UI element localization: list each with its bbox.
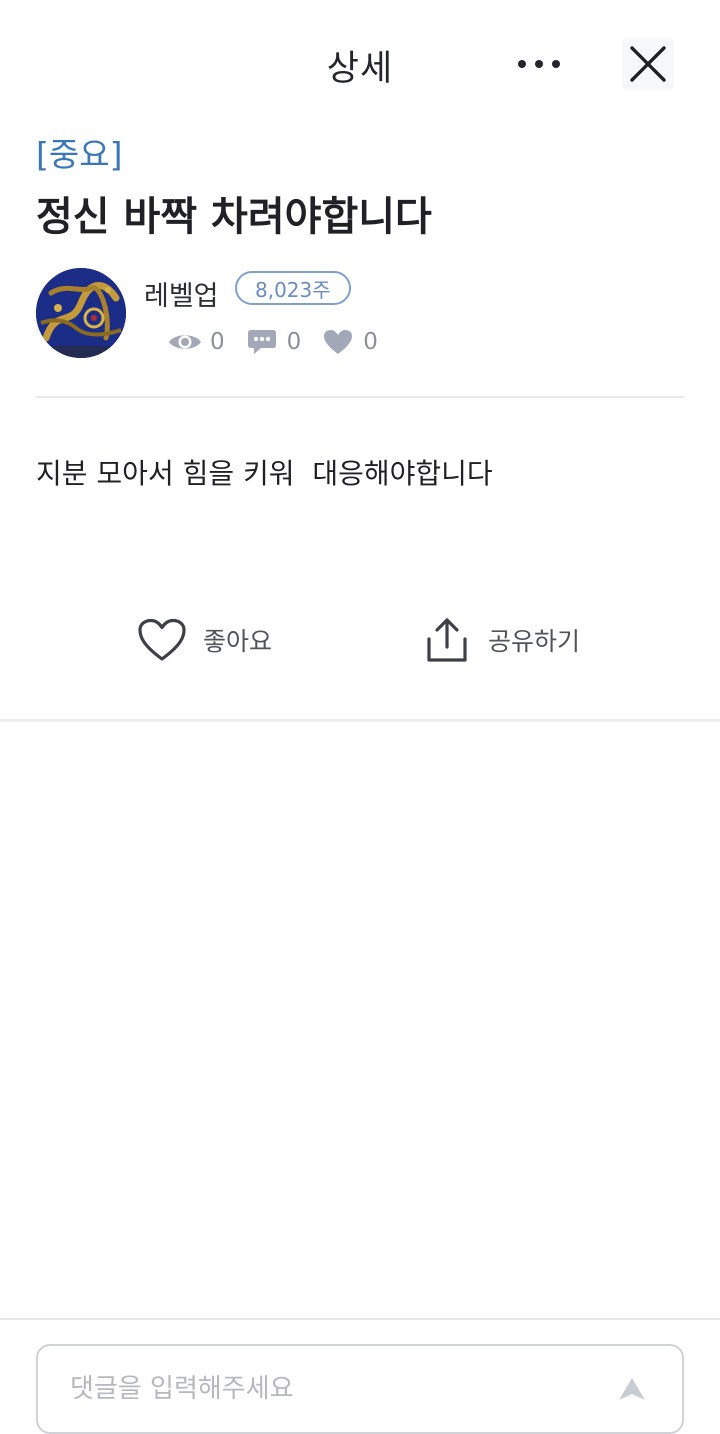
avatar[interactable] (36, 268, 126, 358)
view-count-value: 0 (210, 329, 225, 355)
post-category-tag: [중요] (36, 135, 123, 174)
eye-icon (168, 327, 202, 357)
view-count: 0 (168, 327, 225, 357)
close-button[interactable] (622, 38, 674, 90)
comment-count: 0 (245, 327, 302, 357)
like-count: 0 (321, 327, 378, 357)
like-count-value: 0 (363, 329, 378, 355)
section-divider (0, 719, 720, 722)
author-name[interactable]: 레벨업 (144, 274, 219, 313)
close-icon (630, 46, 666, 82)
comment-count-value: 0 (286, 329, 302, 355)
share-button[interactable]: 공유하기 (422, 614, 580, 666)
top-navigation-bar: 상세 (0, 0, 720, 124)
more-horizontal-icon (518, 60, 560, 68)
page-title: 상세 (326, 49, 394, 89)
post-title: 정신 바짝 차려야합니다 (36, 194, 432, 240)
send-arrow-icon (619, 1378, 645, 1400)
like-label: 좋아요 (203, 627, 273, 656)
author-info: 레벨업 8,023주 0 0 0 (36, 268, 686, 364)
send-button[interactable] (612, 1376, 652, 1416)
comment-bar (0, 1318, 720, 1434)
more-options-button[interactable] (508, 40, 570, 88)
shares-badge: 8,023주 (235, 271, 351, 305)
content-divider (36, 396, 684, 398)
post-stats: 0 0 0 (168, 326, 398, 358)
share-upload-icon (422, 615, 472, 665)
comment-input-box (36, 1344, 684, 1434)
like-button[interactable]: 좋아요 (137, 614, 272, 666)
heart-outline-icon (137, 615, 187, 665)
dragon-avatar-image (36, 268, 126, 358)
share-label: 공유하기 (488, 627, 581, 656)
comment-input[interactable] (70, 1374, 570, 1404)
comment-bubble-icon (245, 327, 279, 357)
post-body: 지분 모아서 힘을 키워 대응해야합니다 (36, 457, 493, 490)
heart-filled-icon (321, 327, 355, 357)
